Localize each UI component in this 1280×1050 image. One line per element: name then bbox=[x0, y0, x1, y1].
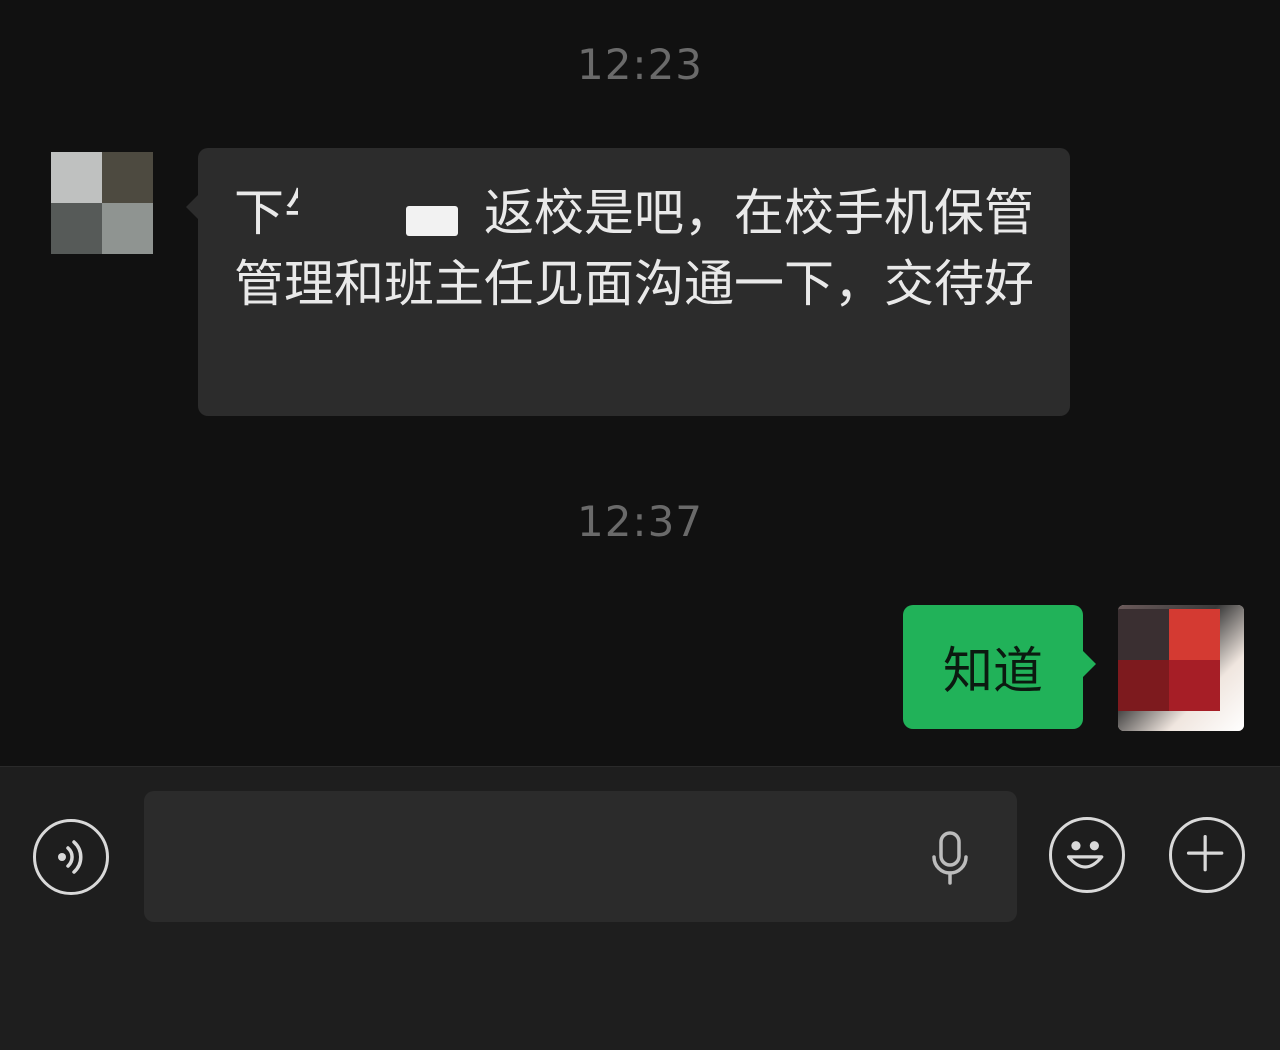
avatar-pixel bbox=[51, 152, 102, 203]
redaction-mask bbox=[406, 206, 458, 236]
contact-avatar[interactable] bbox=[36, 148, 153, 268]
outgoing-message-bubble[interactable]: 知道 bbox=[903, 605, 1096, 729]
emoji-icon bbox=[1066, 841, 1104, 869]
timestamp: 12:37 bbox=[576, 497, 704, 546]
message-input[interactable] bbox=[144, 791, 1017, 922]
voice-toggle-button[interactable] bbox=[33, 819, 109, 895]
incoming-message-bubble[interactable]: 下午 返校是吧，在校手机保管管理和班主任见面沟通一下，交待好 bbox=[186, 148, 1070, 416]
plus-icon bbox=[1186, 834, 1224, 872]
message-list[interactable]: 12:23 下午 返校是吧，在校手机保管管理和班主任见面沟通一下，交待好 12:… bbox=[0, 0, 1280, 766]
emoji-button[interactable] bbox=[1049, 817, 1125, 893]
voice-toggle-icon bbox=[58, 840, 83, 874]
microphone-icon[interactable] bbox=[926, 829, 974, 889]
avatar-pixel bbox=[1169, 660, 1220, 711]
avatar-pixel bbox=[51, 203, 102, 254]
timestamp: 12:23 bbox=[576, 40, 704, 89]
avatar-pixel bbox=[1118, 609, 1169, 660]
avatar-pixel bbox=[102, 152, 153, 203]
watermark bbox=[1020, 985, 1260, 1025]
my-avatar[interactable] bbox=[1118, 605, 1244, 731]
avatar-pixel bbox=[102, 203, 153, 254]
avatar-pixel bbox=[1118, 660, 1169, 711]
more-options-button[interactable] bbox=[1169, 817, 1245, 893]
input-bar bbox=[0, 766, 1280, 1050]
avatar-pixel bbox=[1169, 609, 1220, 660]
outgoing-message-text: 知道 bbox=[943, 642, 1043, 700]
chat-screen: 12:23 下午 返校是吧，在校手机保管管理和班主任见面沟通一下，交待好 12:… bbox=[0, 0, 1280, 1050]
